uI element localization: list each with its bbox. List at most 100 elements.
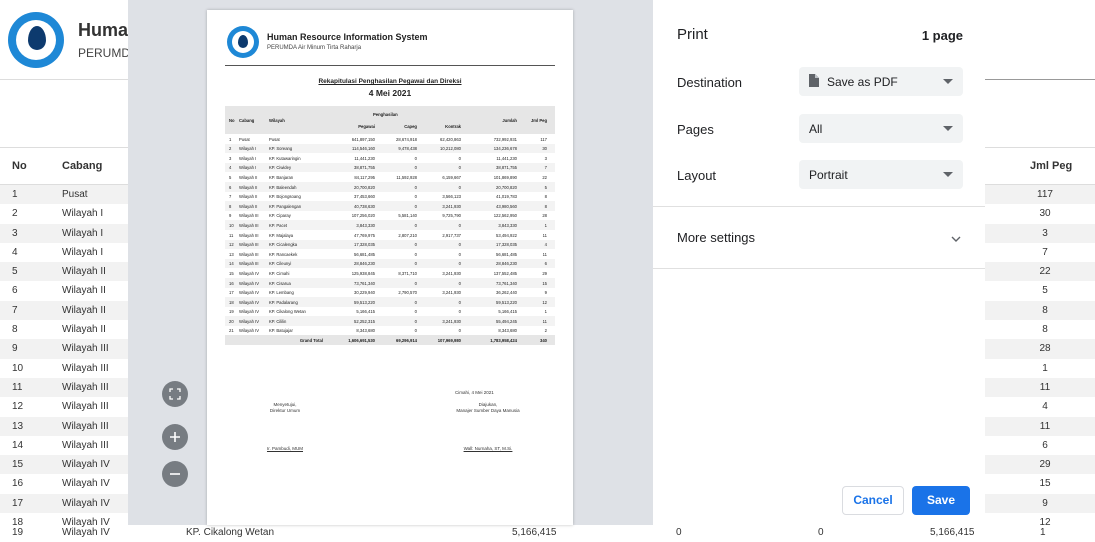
chevron-down-icon[interactable] xyxy=(951,230,961,245)
report-row: 4 Wilayah I KP. Ciwidey 38,871,755 0 0 38,871,… xyxy=(225,162,555,173)
col-jml-peg: Jml Peg xyxy=(1030,160,1073,172)
cell-no: 14 xyxy=(229,261,234,267)
cell-cabang: Wilayah IV xyxy=(62,459,110,471)
hdr-penghasilan: Penghasilan xyxy=(373,112,398,117)
report-row: 11 Wilayah III KP. Majalaya 47,769,975 2,807… xyxy=(225,230,555,240)
cell-pegawai: 20,700,820 xyxy=(354,184,375,190)
cell-wilayah: KP. Bojongsoang xyxy=(269,194,301,200)
cell-pegawai: 8,343,680 xyxy=(356,328,375,334)
cell-jml: 8 xyxy=(1042,324,1048,336)
cell-jml: 15 xyxy=(1039,478,1051,490)
cell-wilayah: KP. Banjaran xyxy=(269,174,294,180)
cell-jml-peg: 11 xyxy=(542,232,547,238)
cell-cabang: Wilayah IV xyxy=(62,478,110,490)
pages-value: All xyxy=(809,122,823,136)
print-settings-panel: Print 1 page Destination Save as PDF Pag… xyxy=(653,0,985,525)
cell-pegawai: 125,938,845 xyxy=(351,270,375,276)
cell-wilayah: KP. Cicalengka xyxy=(269,242,298,248)
cell-no: 8 xyxy=(12,324,18,336)
cell-capeg: 0 xyxy=(414,280,417,286)
cell-no: 14 xyxy=(12,439,24,451)
cell-jml-peg: 22 xyxy=(542,174,547,180)
report-row: 14 Wilayah III KP. Cileunyi 28,846,230 0 0 28,… xyxy=(225,258,555,269)
cell-cabang: Wilayah II xyxy=(239,184,258,190)
cell-no: 16 xyxy=(12,478,24,490)
cancel-button[interactable]: Cancel xyxy=(842,486,904,515)
cell-cabang: Wilayah III xyxy=(62,401,109,413)
cell-capeg: 0 xyxy=(676,527,682,538)
cell-jumlah: 38,871,755 xyxy=(496,165,517,171)
cell-cabang: Wilayah II xyxy=(239,174,258,180)
cell-pegawai: 114,546,160 xyxy=(352,146,375,152)
cell-jumlah: 73,761,340 xyxy=(496,280,517,286)
cell-capeg: 0 xyxy=(414,194,417,200)
cell-wilayah: KP. Cikalong Wetan xyxy=(186,527,275,538)
cell-no: 2 xyxy=(12,208,18,220)
cell-cabang: Wilayah I xyxy=(62,246,104,258)
cell-wilayah: KP. Soreang xyxy=(269,146,293,152)
fit-to-page-icon[interactable] xyxy=(162,381,188,407)
cell-jml: 5 xyxy=(1042,285,1048,297)
col-no: No xyxy=(12,160,27,172)
cell-no: 19 xyxy=(12,527,24,538)
minus-icon[interactable] xyxy=(162,461,188,487)
cell-pegawai: 17,328,035 xyxy=(354,242,375,248)
cell-no: 7 xyxy=(229,194,232,200)
cell-cabang: Wilayah III xyxy=(239,232,259,238)
cell-capeg: 5,581,140 xyxy=(398,213,417,219)
plus-icon[interactable] xyxy=(162,424,188,450)
report-row: 9 Wilayah III KP. Ciparay 107,256,020 5,581,… xyxy=(225,211,555,221)
destination-select[interactable]: Save as PDF xyxy=(799,67,963,96)
cell-no: 19 xyxy=(229,309,234,315)
cell-cabang: Wilayah IV xyxy=(239,280,260,286)
cell-wilayah: KP. Pangalengan xyxy=(269,203,302,209)
report-table-header: No Cabang Wilayah Penghasilan Pegawai Ca… xyxy=(225,106,555,134)
cell-kontrak: 3,241,930 xyxy=(442,203,461,209)
cell-cabang: Wilayah IV xyxy=(62,527,110,538)
cell-capeg: 9,478,438 xyxy=(398,146,417,152)
cell-jml-peg: 8 xyxy=(544,194,547,200)
cell-jumlah: 56,681,485 xyxy=(496,251,517,257)
cell-jml-peg: 30 xyxy=(542,146,547,152)
cell-wilayah: KP. Cililin xyxy=(269,318,287,324)
cell-capeg: 0 xyxy=(414,222,417,228)
cell-pegawai: 40,738,630 xyxy=(354,203,375,209)
pages-label: Pages xyxy=(677,122,714,137)
cell-cabang: Wilayah II xyxy=(239,203,258,209)
cell-kontrak: 0 xyxy=(458,328,461,334)
cell-kontrak: 3,241,930 xyxy=(442,290,461,296)
cell-jml: 9 xyxy=(1042,497,1048,509)
cell-no: 6 xyxy=(12,285,18,297)
cell-no: 11 xyxy=(12,381,23,393)
cell-jumlah: 53,494,922 xyxy=(496,232,517,238)
cell-wilayah: KP. Batujajar xyxy=(269,328,293,334)
pages-select[interactable]: All xyxy=(799,114,963,143)
cell-jml-peg: 2 xyxy=(544,328,547,334)
cell-kontrak: 3,241,930 xyxy=(442,318,461,324)
page-count: 1 page xyxy=(921,28,963,43)
cell-jml-peg: 1 xyxy=(544,222,547,228)
more-settings-toggle[interactable]: More settings xyxy=(677,230,755,245)
cell-no: 1 xyxy=(229,136,232,142)
cell-wilayah: KP. Cileunyi xyxy=(269,261,292,267)
cell-cabang: Wilayah III xyxy=(62,381,109,393)
report-row: 7 Wilayah II KP. Bojongsoang 37,453,660 0 3,5… xyxy=(225,192,555,202)
cell-wilayah: KP. Pacet xyxy=(269,222,288,228)
cell-jml: 11 xyxy=(1039,420,1051,432)
save-button[interactable]: Save xyxy=(912,486,970,515)
cell-jumlah: 55,494,245 xyxy=(496,318,517,324)
cell-cabang: Wilayah IV xyxy=(239,270,260,276)
cell-kontrak: 3,566,123 xyxy=(442,194,461,200)
col-cabang: Cabang xyxy=(62,160,103,172)
cell-no: 13 xyxy=(229,251,234,257)
company-logo xyxy=(8,12,64,68)
cell-capeg: 11,592,928 xyxy=(396,174,417,180)
cell-pegawai: 3,843,330 xyxy=(356,222,375,228)
cell-no: 9 xyxy=(229,213,232,219)
cell-cabang: Wilayah I xyxy=(239,155,257,161)
cell-jml: 1 xyxy=(1040,527,1046,538)
cell-jml-peg: 117 xyxy=(540,136,547,142)
layout-select[interactable]: Portrait xyxy=(799,160,963,189)
cell-wilayah: KP. Cikalong Wetan xyxy=(269,309,306,315)
cell-cabang: Wilayah IV xyxy=(239,309,260,315)
